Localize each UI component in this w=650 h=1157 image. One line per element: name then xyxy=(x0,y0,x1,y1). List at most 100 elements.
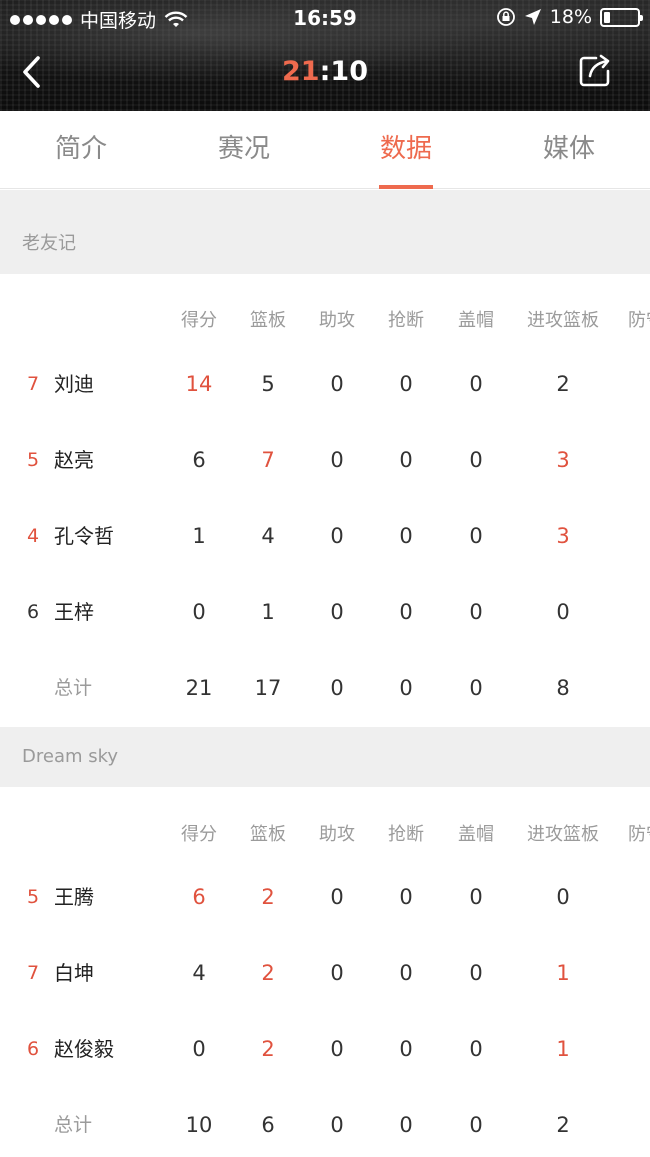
nav-bar: 21:10 xyxy=(0,36,650,111)
tab-intro[interactable]: 简介 xyxy=(0,111,162,189)
stat-offensive-rebounds: 3 xyxy=(556,524,570,548)
battery-level xyxy=(604,11,610,23)
table-row[interactable]: 4 孔令哲 1 4 0 0 0 3 xyxy=(0,516,650,556)
stat-assists: 0 xyxy=(330,961,344,985)
stat-blocks: 0 xyxy=(469,885,483,909)
totals-label: 总计 xyxy=(54,677,93,699)
stat-steals: 0 xyxy=(399,600,413,624)
col-header-blocks: 盖帽 xyxy=(458,310,494,331)
col-header-steals: 抢断 xyxy=(388,824,424,845)
col-header-assists: 助攻 xyxy=(319,310,355,331)
stat-blocks: 0 xyxy=(469,524,483,548)
stat-steals: 0 xyxy=(399,885,413,909)
team-header: 老友记 xyxy=(0,190,650,274)
stat-points: 6 xyxy=(192,448,206,472)
col-header-rebounds: 篮板 xyxy=(250,310,286,331)
total-rebounds: 6 xyxy=(261,1113,275,1137)
jersey-number: 4 xyxy=(26,525,40,547)
team-name: Dream sky xyxy=(22,746,119,767)
total-steals: 0 xyxy=(399,1113,413,1137)
jersey-number: 6 xyxy=(26,601,40,623)
tab-bar: 简介 赛况 数据 媒体 xyxy=(0,111,650,189)
jersey-number: 7 xyxy=(26,373,40,395)
stat-rebounds: 2 xyxy=(261,1037,275,1061)
away-score: 10 xyxy=(330,56,368,87)
jersey-number: 5 xyxy=(26,886,40,908)
col-header-points: 得分 xyxy=(181,824,217,845)
stat-assists: 0 xyxy=(330,1037,344,1061)
player-name: 王梓 xyxy=(54,600,94,624)
battery-icon xyxy=(600,7,643,27)
stat-blocks: 0 xyxy=(469,448,483,472)
tab-data[interactable]: 数据 xyxy=(325,111,487,189)
total-blocks: 0 xyxy=(469,676,483,700)
team-name: 老友记 xyxy=(22,233,76,254)
total-steals: 0 xyxy=(399,676,413,700)
header: 中国移动 16:59 18% 21:10 xyxy=(0,0,650,111)
score-separator: : xyxy=(319,56,331,87)
col-header-defensive-rebounds: 防守 xyxy=(628,310,650,331)
total-assists: 0 xyxy=(330,676,344,700)
total-points: 10 xyxy=(185,1113,213,1137)
total-rebounds: 17 xyxy=(254,676,282,700)
col-header-offensive-rebounds: 进攻篮板 xyxy=(527,824,599,845)
jersey-number: 5 xyxy=(26,449,40,471)
jersey-number: 6 xyxy=(26,1038,40,1060)
stat-offensive-rebounds: 1 xyxy=(556,1037,570,1061)
stat-blocks: 0 xyxy=(469,372,483,396)
total-offensive-rebounds: 8 xyxy=(556,676,570,700)
player-name: 王腾 xyxy=(54,885,94,909)
stat-steals: 0 xyxy=(399,372,413,396)
stat-points: 4 xyxy=(192,961,206,985)
stat-assists: 0 xyxy=(330,524,344,548)
stat-assists: 0 xyxy=(330,372,344,396)
table-row[interactable]: 6 赵俊毅 0 2 0 0 0 1 xyxy=(0,1029,650,1069)
totals-label: 总计 xyxy=(54,1114,93,1136)
team-header: Dream sky xyxy=(0,727,650,787)
total-points: 21 xyxy=(185,676,213,700)
stat-offensive-rebounds: 2 xyxy=(556,372,570,396)
player-name: 赵俊毅 xyxy=(54,1037,114,1061)
stat-points: 1 xyxy=(192,524,206,548)
total-offensive-rebounds: 2 xyxy=(556,1113,570,1137)
stat-offensive-rebounds: 0 xyxy=(556,885,570,909)
player-name: 白坤 xyxy=(54,961,94,985)
col-header-rebounds: 篮板 xyxy=(250,824,286,845)
stat-blocks: 0 xyxy=(469,600,483,624)
table-row[interactable]: 5 赵亮 6 7 0 0 0 3 xyxy=(0,440,650,480)
game-score: 21:10 xyxy=(0,56,650,87)
table-row[interactable]: 6 王梓 0 1 0 0 0 0 xyxy=(0,592,650,632)
stat-rebounds: 7 xyxy=(261,448,275,472)
totals-row: 总计 10 6 0 0 0 2 xyxy=(0,1105,650,1145)
tab-media[interactable]: 媒体 xyxy=(488,111,650,189)
status-bar: 中国移动 16:59 18% xyxy=(0,0,650,36)
stat-rebounds: 2 xyxy=(261,961,275,985)
stat-assists: 0 xyxy=(330,885,344,909)
battery-percent: 18% xyxy=(549,6,592,28)
col-header-points: 得分 xyxy=(181,310,217,331)
stat-assists: 0 xyxy=(330,448,344,472)
player-name: 赵亮 xyxy=(54,448,94,472)
stat-steals: 0 xyxy=(399,961,413,985)
table-row[interactable]: 7 白坤 4 2 0 0 0 1 xyxy=(0,953,650,993)
stat-points: 6 xyxy=(192,885,206,909)
stat-rebounds: 4 xyxy=(261,524,275,548)
stat-steals: 0 xyxy=(399,524,413,548)
col-header-offensive-rebounds: 进攻篮板 xyxy=(527,310,599,331)
rotation-lock-icon xyxy=(496,8,515,26)
stat-rebounds: 1 xyxy=(261,600,275,624)
stat-assists: 0 xyxy=(330,600,344,624)
col-header-defensive-rebounds: 防守 xyxy=(628,824,650,845)
share-icon[interactable] xyxy=(576,52,614,90)
col-header-steals: 抢断 xyxy=(388,310,424,331)
stat-steals: 0 xyxy=(399,448,413,472)
totals-row: 总计 21 17 0 0 0 8 xyxy=(0,668,650,708)
table-row[interactable]: 7 刘迪 14 5 0 0 0 2 xyxy=(0,364,650,404)
total-blocks: 0 xyxy=(469,1113,483,1137)
tab-game-progress[interactable]: 赛况 xyxy=(163,111,325,189)
total-assists: 0 xyxy=(330,1113,344,1137)
player-name: 刘迪 xyxy=(54,372,94,396)
stat-rebounds: 5 xyxy=(261,372,275,396)
col-header-assists: 助攻 xyxy=(319,824,355,845)
table-row[interactable]: 5 王腾 6 2 0 0 0 0 xyxy=(0,877,650,917)
